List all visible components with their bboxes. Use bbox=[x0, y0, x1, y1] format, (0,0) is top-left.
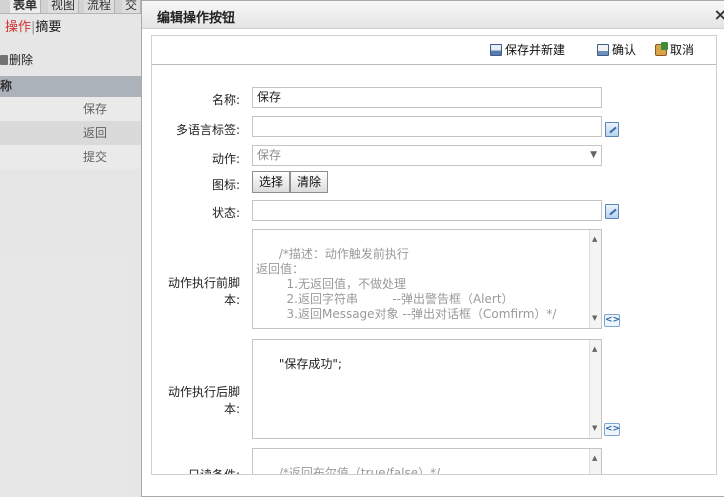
dialog-titlebar[interactable]: 编辑操作按钮 × bbox=[142, 1, 724, 29]
confirm-label: 确认 bbox=[612, 43, 637, 57]
i18n-tag-input[interactable] bbox=[252, 116, 602, 137]
save-and-new-label: 保存并新建 bbox=[505, 43, 566, 57]
i18n-picker-icon[interactable] bbox=[605, 122, 619, 137]
floppy-disk-icon bbox=[490, 44, 502, 56]
scrollbar[interactable]: ▲ bbox=[589, 449, 601, 474]
state-picker-icon[interactable] bbox=[605, 204, 619, 219]
i18n-tag-label: 多语言标签: bbox=[175, 123, 240, 137]
before-script-placeholder: /*描述：动作触发前执行 返回值： 1.无返回值，不做处理 2.返回字符串 --… bbox=[256, 247, 557, 321]
before-script-label: 动作执行前脚本: bbox=[167, 276, 240, 307]
scroll-up-icon[interactable]: ▲ bbox=[592, 451, 597, 466]
scroll-up-icon[interactable]: ▲ bbox=[592, 342, 597, 357]
before-script-textarea[interactable]: /*描述：动作触发前执行 返回值： 1.无返回值，不做处理 2.返回字符串 --… bbox=[252, 229, 602, 329]
state-input[interactable] bbox=[252, 200, 602, 221]
readonly-condition-textarea[interactable]: /*返回布尔值（true/false）*/ ▲ bbox=[252, 448, 602, 475]
scrollbar[interactable]: ▲ ▼ bbox=[589, 340, 601, 438]
name-label: 名称: bbox=[211, 93, 240, 107]
action-selected-value: 保存 bbox=[257, 148, 282, 162]
confirm-button[interactable]: 确认 bbox=[597, 43, 636, 57]
script-editor-icon[interactable]: <> bbox=[604, 314, 620, 327]
close-icon[interactable]: × bbox=[714, 5, 724, 24]
readonly-condition-placeholder: /*返回布尔值（true/false）*/ bbox=[278, 466, 441, 475]
readonly-condition-label: 只读条件: bbox=[187, 468, 240, 475]
cancel-label: 取消 bbox=[670, 43, 695, 57]
save-and-new-button[interactable]: 保存并新建 bbox=[490, 43, 565, 57]
clear-icon-button[interactable]: 清除 bbox=[290, 171, 329, 193]
confirm-icon bbox=[597, 44, 609, 56]
dialog-content: 保存并新建 确认 取消 名称: 保存 多语言标签: 动作: 保存 ▼ 图标: 选… bbox=[151, 35, 717, 475]
scroll-down-icon[interactable]: ▼ bbox=[592, 421, 597, 436]
exit-icon bbox=[655, 42, 668, 56]
scroll-down-icon[interactable]: ▼ bbox=[592, 311, 597, 326]
name-input[interactable]: 保存 bbox=[252, 87, 602, 108]
icon-buttons: 选择 清除 bbox=[252, 171, 372, 193]
scroll-up-icon[interactable]: ▲ bbox=[592, 232, 597, 247]
dialog-toolbar: 保存并新建 确认 取消 bbox=[152, 36, 716, 65]
dialog-title: 编辑操作按钮 bbox=[157, 11, 236, 26]
after-script-textarea[interactable]: "保存成功"; ▲ ▼ bbox=[252, 339, 602, 439]
state-label: 状态: bbox=[211, 206, 240, 220]
action-select[interactable]: 保存 ▼ bbox=[252, 145, 602, 166]
chevron-down-icon: ▼ bbox=[590, 150, 597, 160]
action-label: 动作: bbox=[211, 152, 240, 166]
script-editor-icon[interactable]: <> bbox=[604, 423, 620, 436]
icon-label: 图标: bbox=[211, 178, 240, 192]
edit-button-dialog: 编辑操作按钮 × 保存并新建 确认 取消 名称: 保存 多语言标签: 动作: 保… bbox=[141, 0, 724, 497]
after-script-value: "保存成功"; bbox=[278, 357, 342, 371]
cancel-button[interactable]: 取消 bbox=[655, 42, 695, 57]
after-script-label: 动作执行后脚本: bbox=[167, 385, 240, 416]
choose-icon-button[interactable]: 选择 bbox=[252, 171, 291, 193]
scrollbar[interactable]: ▲ ▼ bbox=[589, 230, 601, 328]
